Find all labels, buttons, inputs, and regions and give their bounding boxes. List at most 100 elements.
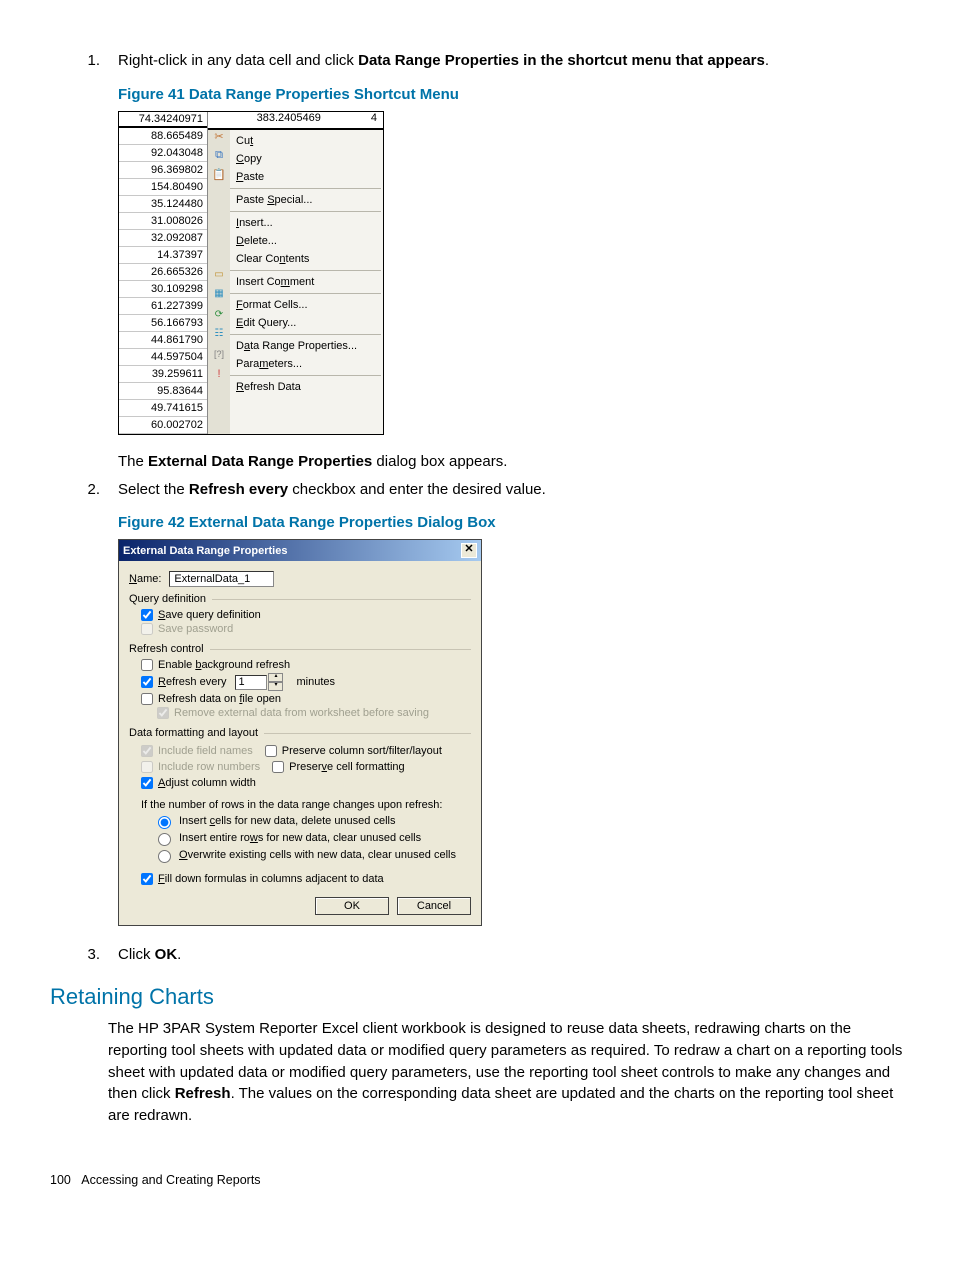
menu-insert-comment[interactable]: Insert Comment [230,273,383,291]
figure-42-caption: Figure 42 External Data Range Properties… [118,514,904,531]
fig41-menu-wrap: 383.24054694 ✂ ⧉ 📋 ▭ ▦ ⟳ ☷ [?] ! [208,112,383,434]
chk-adjust-width-box[interactable] [141,777,153,789]
step-2: 2. Select the Refresh every checkbox and… [50,479,904,501]
name-label: Name: [129,573,161,585]
chk-bg-refresh-box[interactable] [141,659,153,671]
chk-refresh-file-box[interactable] [141,693,153,705]
fig41-header-1: 74.34240971 [119,112,207,128]
chk-preserve-cell[interactable]: Preserve cell formatting [272,761,405,773]
fig41-cell[interactable]: 35.124480 [119,196,207,213]
chk-include-fields-box [141,745,153,757]
step-1-bold: Data Range Properties in the shortcut me… [358,52,765,69]
menu-separator [230,334,381,335]
group-query: Query definition [129,593,471,605]
refresh-spinner[interactable]: ▴▾ [235,673,283,691]
step-2-pre: Select the [118,481,189,498]
fig41-cell[interactable]: 26.665326 [119,264,207,281]
ok-button[interactable]: OK [315,897,389,915]
menu-parameters[interactable]: Parameters... [230,355,383,373]
step-2-text: Select the Refresh every checkbox and en… [118,479,904,501]
menu-copy[interactable]: Copy [230,150,383,168]
fig41-cell[interactable]: 95.83644 [119,383,207,400]
rows-change-label: If the number of rows in the data range … [141,799,471,811]
close-icon[interactable]: ✕ [461,543,477,558]
chk-save-password-box [141,623,153,635]
chk-include-rows-box [141,761,153,773]
fig41-cell[interactable]: 96.369802 [119,162,207,179]
fig41-cell[interactable]: 31.008026 [119,213,207,230]
menu-refresh-data[interactable]: Refresh Data [230,378,383,396]
radio-insert-cells[interactable]: Insert cells for new data, delete unused… [153,813,471,829]
chk-save-password: Save password [141,623,471,635]
chk-save-query[interactable]: Save query definition [141,609,471,621]
page-number: 100 [50,1173,71,1187]
chk-include-fields-label: Include field names [158,745,253,757]
chk-save-query-box[interactable] [141,609,153,621]
menu-data-range-properties[interactable]: Data Range Properties... [230,337,383,355]
menu-icon-column: ✂ ⧉ 📋 ▭ ▦ ⟳ ☷ [?] ! [208,130,230,434]
menu-insert[interactable]: Insert... [230,214,383,232]
fig41-cell[interactable]: 92.043048 [119,145,207,162]
chk-refresh-every-box[interactable] [141,676,153,688]
fig41-column-1: 74.34240971 88.665489 92.043048 96.36980… [119,112,208,434]
fig41-cell[interactable]: 39.259611 [119,366,207,383]
fig41-cell[interactable]: 14.37397 [119,247,207,264]
step-1-post: . [765,52,769,69]
refresh-value-input[interactable] [235,675,267,690]
group-refresh-label: Refresh control [129,643,210,655]
radio-insert-rows[interactable]: Insert entire rows for new data, clear u… [153,830,471,846]
radio-overwrite-btn[interactable] [158,850,171,863]
minutes-label: minutes [296,676,335,688]
chk-save-password-label: Save password [158,623,233,635]
step-1a-pre: The [118,453,148,470]
chk-preserve-cell-box[interactable] [272,761,284,773]
chk-fill-formulas[interactable]: Fill down formulas in columns adjacent t… [141,873,471,885]
fig41-cell[interactable]: 44.597504 [119,349,207,366]
dialog-title: External Data Range Properties [123,545,287,557]
radio-insert-cells-btn[interactable] [158,816,171,829]
page-footer: 100 Accessing and Creating Reports [50,1173,904,1187]
fig41-cell[interactable]: 154.80490 [119,179,207,196]
chk-adjust-width[interactable]: Adjust column width [141,777,471,789]
radio-insert-rows-btn[interactable] [158,833,171,846]
fig41-hdr2: 383.2405469 [257,112,371,124]
step-3-bold: OK [155,946,178,963]
chk-fill-formulas-box[interactable] [141,873,153,885]
spinner-buttons[interactable]: ▴▾ [268,673,283,691]
step-1-number: 1. [50,50,118,72]
chk-refresh-every[interactable]: Refresh every ▴▾ minutes [141,673,471,691]
section-p1b: Refresh [175,1085,231,1102]
chk-preserve-sort[interactable]: Preserve column sort/filter/layout [265,745,442,757]
cancel-button[interactable]: Cancel [397,897,471,915]
fig41-cell[interactable]: 32.092087 [119,230,207,247]
step-2-bold: Refresh every [189,481,288,498]
dialog-titlebar: External Data Range Properties ✕ [119,540,481,561]
chk-bg-refresh[interactable]: Enable background refresh [141,659,471,671]
fig41-cell[interactable]: 30.109298 [119,281,207,298]
menu-separator [230,270,381,271]
step-3-text: Click OK. [118,944,904,966]
fig41-cell[interactable]: 88.665489 [119,128,207,145]
menu-delete[interactable]: Delete... [230,232,383,250]
name-input[interactable]: ExternalData_1 [169,571,274,587]
chk-preserve-sort-box[interactable] [265,745,277,757]
radio-overwrite[interactable]: Overwrite existing cells with new data, … [153,847,471,863]
fig41-cell[interactable]: 56.166793 [119,315,207,332]
menu-clear-contents[interactable]: Clear Contents [230,250,383,268]
chk-include-rows-label: Include row numbers [158,761,260,773]
fig41-cell[interactable]: 61.227399 [119,298,207,315]
menu-paste-special[interactable]: Paste Special... [230,191,383,209]
menu-edit-query[interactable]: Edit Query... [230,314,383,332]
menu-paste[interactable]: Paste [230,168,383,186]
fig41-cell[interactable]: 44.861790 [119,332,207,349]
fig41-header-2: 383.24054694 [208,112,383,130]
chk-remove-external: Remove external data from worksheet befo… [157,707,471,719]
menu-cut[interactable]: Cut [230,132,383,150]
menu-format-cells[interactable]: Format Cells... [230,296,383,314]
figure-41: 74.34240971 88.665489 92.043048 96.36980… [118,111,384,435]
fig41-cell[interactable]: 60.002702 [119,417,207,434]
fig41-cell[interactable]: 49.741615 [119,400,207,417]
step-1-result: The External Data Range Properties dialo… [118,451,904,473]
menu-items: Cut Copy Paste Paste Special... Insert..… [230,130,383,434]
chk-refresh-file[interactable]: Refresh data on file open [141,693,471,705]
